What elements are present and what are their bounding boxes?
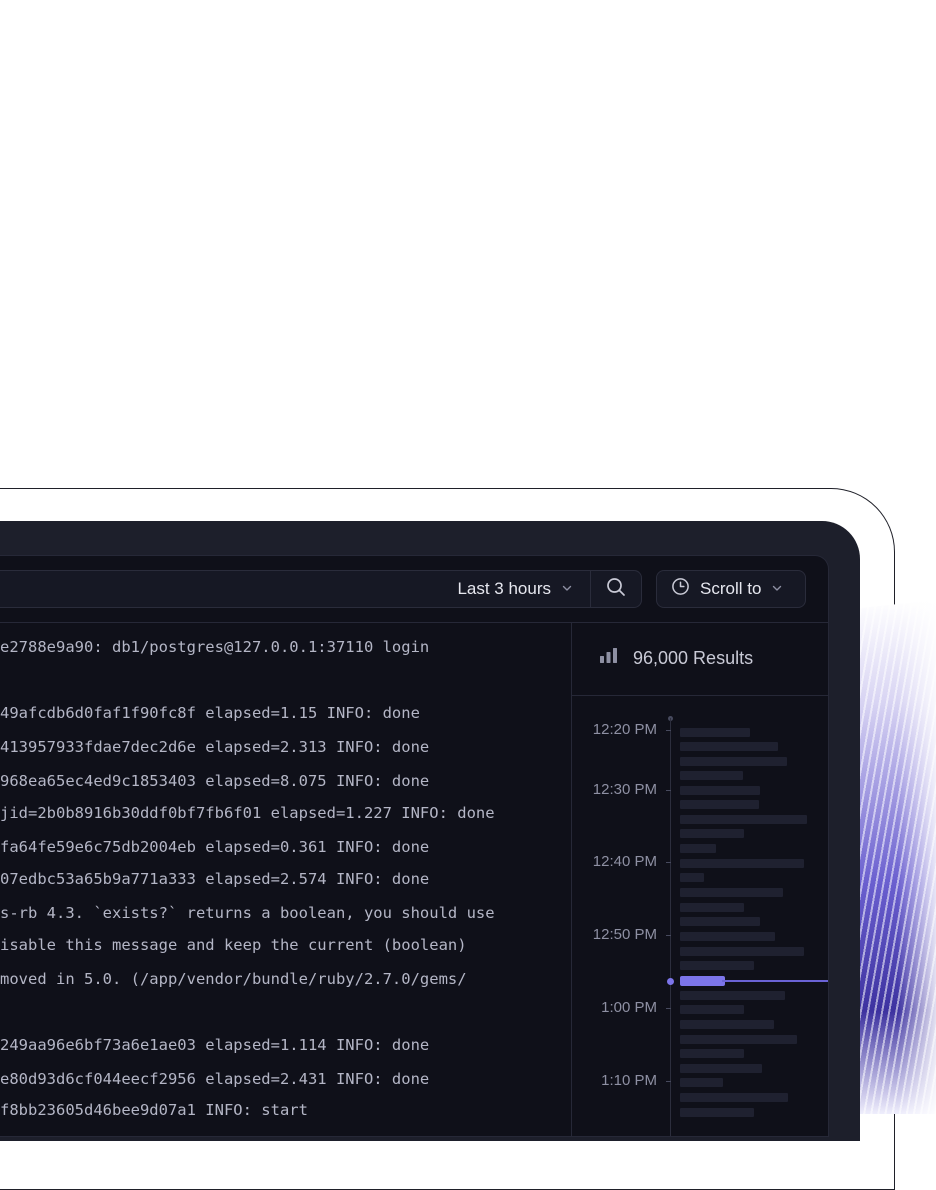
histogram-bar[interactable]	[680, 1049, 744, 1058]
histogram-bar[interactable]	[680, 1020, 774, 1029]
histogram-bar[interactable]	[680, 728, 750, 737]
log-viewer-window: Last 3 hours Scroll to e2788e9a90: db1/p…	[0, 555, 829, 1137]
timeline-label: 12:40 PM	[592, 853, 657, 870]
histogram-bar-active[interactable]	[680, 976, 725, 986]
histogram-bar[interactable]	[680, 829, 744, 838]
timeline-position-marker[interactable]	[667, 978, 674, 985]
histogram-bar[interactable]	[680, 771, 743, 780]
timeline-axis	[670, 718, 671, 1136]
histogram-bar[interactable]	[680, 1064, 762, 1073]
log-line[interactable]: e2788e9a90: db1/postgres@127.0.0.1:37110…	[0, 638, 429, 656]
log-search-bar[interactable]: Last 3 hours	[0, 570, 642, 608]
log-line[interactable]: f8bb23605d46bee9d07a1 INFO: start	[0, 1101, 308, 1119]
time-range-label: Last 3 hours	[457, 579, 551, 598]
log-line[interactable]: e80d93d6cf044eecf2956 elapsed=2.431 INFO…	[0, 1070, 429, 1088]
histogram-bar[interactable]	[680, 742, 778, 751]
log-line[interactable]: 249aa96e6bf73a6e1ae03 elapsed=1.114 INFO…	[0, 1036, 429, 1054]
results-header: 96,000 Results	[572, 622, 828, 696]
histogram-bar[interactable]	[680, 757, 787, 766]
timeline-tick	[666, 730, 671, 731]
log-line[interactable]: jid=2b0b8916b30ddf0bf7fb6f01 elapsed=1.2…	[0, 804, 495, 822]
histogram-bar[interactable]	[680, 815, 807, 824]
scroll-to-label: Scroll to	[700, 579, 762, 598]
histogram-bar[interactable]	[680, 800, 759, 809]
chevron-down-icon	[771, 579, 783, 599]
histogram-bar[interactable]	[680, 844, 716, 853]
log-line[interactable]: isable this message and keep the current…	[0, 936, 467, 954]
timeline-label: 1:00 PM	[601, 999, 657, 1016]
histogram-bar[interactable]	[680, 873, 704, 882]
timeline-label: 1:10 PM	[601, 1072, 657, 1089]
timeline-label: 12:50 PM	[592, 926, 657, 943]
search-button[interactable]	[591, 571, 641, 607]
timeline-panel: 96,000 Results 12:20 PM 12:30 PM 12:40 P…	[571, 622, 828, 1136]
histogram-bar[interactable]	[680, 859, 804, 868]
histogram-bar[interactable]	[680, 1035, 797, 1044]
time-range-selector[interactable]: Last 3 hours	[457, 571, 591, 607]
timeline-position-line	[722, 980, 828, 982]
timeline-tick	[666, 1081, 671, 1082]
scroll-to-button[interactable]: Scroll to	[656, 570, 806, 608]
histogram-bar[interactable]	[680, 888, 783, 897]
search-icon	[606, 577, 626, 602]
log-line[interactable]: 413957933fdae7dec2d6e elapsed=2.313 INFO…	[0, 738, 429, 756]
histogram-bar[interactable]	[680, 1093, 788, 1102]
histogram-bar[interactable]	[680, 917, 760, 926]
histogram-bar[interactable]	[680, 991, 785, 1000]
histogram-bar[interactable]	[680, 903, 744, 912]
bar-chart-icon	[599, 647, 619, 670]
histogram-bar[interactable]	[680, 932, 775, 941]
histogram-bar[interactable]	[680, 786, 760, 795]
log-line[interactable]: 968ea65ec4ed9c1853403 elapsed=8.075 INFO…	[0, 772, 429, 790]
results-count: 96,000 Results	[633, 648, 754, 668]
timeline-tick	[666, 862, 671, 863]
timeline-label: 12:30 PM	[592, 781, 657, 798]
timeline-tick	[666, 1008, 671, 1009]
log-line[interactable]: fa64fe59e6c75db2004eb elapsed=0.361 INFO…	[0, 838, 429, 856]
clock-icon	[671, 577, 690, 601]
histogram-bar[interactable]	[680, 961, 754, 970]
histogram-bar[interactable]	[680, 1005, 744, 1014]
timeline-tick	[666, 790, 671, 791]
timeline-tick	[666, 935, 671, 936]
log-line[interactable]: moved in 5.0. (/app/vendor/bundle/ruby/2…	[0, 970, 467, 988]
histogram-bar[interactable]	[680, 947, 804, 956]
log-line[interactable]: 07edbc53a65b9a771a333 elapsed=2.574 INFO…	[0, 870, 429, 888]
toolbar: Last 3 hours Scroll to	[0, 556, 828, 623]
timeline-label: 12:20 PM	[592, 721, 657, 738]
log-line[interactable]: 49afcdb6d0faf1f90fc8f elapsed=1.15 INFO:…	[0, 704, 420, 722]
chevron-down-icon	[561, 579, 573, 599]
histogram-bar[interactable]	[680, 1108, 754, 1117]
histogram-bar[interactable]	[680, 1078, 723, 1087]
log-line[interactable]: s-rb 4.3. `exists?` returns a boolean, y…	[0, 904, 495, 922]
log-list: e2788e9a90: db1/postgres@127.0.0.1:37110…	[0, 622, 571, 1136]
